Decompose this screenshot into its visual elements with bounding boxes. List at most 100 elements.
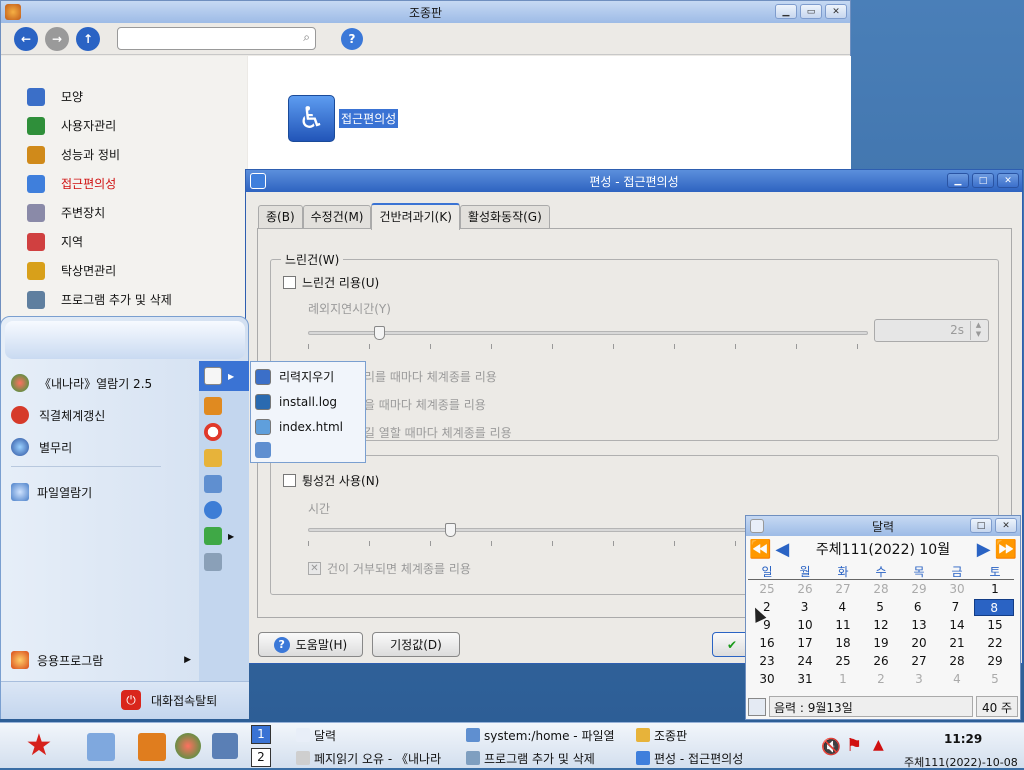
sidebar-item[interactable]: 모양 xyxy=(1,82,247,111)
help-icon[interactable]: ? xyxy=(341,27,363,50)
tab[interactable]: 활성화동작(G) xyxy=(459,205,550,229)
day-cell[interactable]: 29 xyxy=(900,581,938,598)
delay-slider-handle[interactable] xyxy=(373,326,385,340)
taskbar-task[interactable]: 달력 xyxy=(296,725,466,745)
clock-time[interactable]: 11:29 xyxy=(944,732,982,746)
logout-button[interactable]: ⏻ 대화접속탈퇴 xyxy=(121,690,217,710)
day-cell[interactable]: 27 xyxy=(824,581,862,598)
lifebuoy-icon[interactable] xyxy=(204,423,222,441)
volume-muted-icon[interactable]: 🔇 xyxy=(821,737,841,756)
day-cell[interactable]: 10 xyxy=(786,617,824,634)
calendar-titlebar[interactable]: 달력 □ ✕ xyxy=(746,516,1020,536)
sidebar-item[interactable]: 접근편의성 xyxy=(1,169,247,198)
day-cell[interactable]: 11 xyxy=(824,617,862,634)
minimize-button[interactable]: ▁ xyxy=(947,173,969,188)
day-cell[interactable]: 21 xyxy=(938,635,976,652)
taskbar-task[interactable]: 페지읽기 오유 - 《내나라 xyxy=(296,748,466,768)
prev-year-icon[interactable]: ⏪ xyxy=(749,539,771,560)
close-button[interactable]: ✕ xyxy=(997,173,1019,188)
day-cell[interactable]: 19 xyxy=(862,635,900,652)
tab[interactable]: 건반려과기(K) xyxy=(371,203,460,230)
next-year-icon[interactable]: ⏩ xyxy=(995,539,1017,560)
day-cell[interactable]: 17 xyxy=(786,635,824,652)
maximize-button[interactable]: □ xyxy=(972,173,994,188)
forward-icon[interactable]: → xyxy=(45,26,69,51)
day-cell[interactable]: 31 xyxy=(786,671,824,688)
desktop-2-button[interactable]: 2 xyxy=(251,748,271,767)
close-button[interactable]: ✕ xyxy=(825,4,847,19)
day-cell[interactable]: 1 xyxy=(824,671,862,688)
control-panel-titlebar[interactable]: 조종판 ▁ ▭ ✕ xyxy=(1,1,850,23)
help-button[interactable]: ? 도움말(H) xyxy=(258,632,363,657)
programs-item[interactable]: 응용프로그람 ▶ xyxy=(11,651,191,669)
start-menu-app[interactable]: 《내나라》열람기 2.5 xyxy=(1,367,199,399)
text-editor-icon[interactable] xyxy=(87,733,115,761)
day-cell[interactable]: 1 xyxy=(976,581,1014,598)
start-menu-app[interactable]: 직결체계갱신 xyxy=(1,399,199,431)
bounce-slider-handle[interactable] xyxy=(445,523,457,537)
day-cell[interactable]: 4 xyxy=(823,599,861,616)
browser-icon[interactable] xyxy=(175,733,201,759)
search-input[interactable]: ⌕ xyxy=(117,27,316,50)
day-cell[interactable]: 6 xyxy=(899,599,937,616)
lock-icon[interactable] xyxy=(204,553,222,571)
day-cell[interactable]: 22 xyxy=(976,635,1014,652)
recent-documents-item[interactable]: ▶ xyxy=(199,361,249,391)
day-cell[interactable]: 25 xyxy=(748,581,786,598)
day-cell[interactable]: 30 xyxy=(748,671,786,688)
flag-icon[interactable]: ⚑ xyxy=(846,735,862,756)
close-button[interactable]: ✕ xyxy=(995,518,1017,533)
day-cell[interactable]: 23 xyxy=(748,653,786,670)
user-icon[interactable] xyxy=(204,527,222,545)
day-cell[interactable]: 3 xyxy=(786,599,824,616)
bounce-opt1-checkbox[interactable]: ✕ xyxy=(308,562,321,575)
maximize-button[interactable]: ▭ xyxy=(800,4,822,19)
prev-month-icon[interactable]: ◀ xyxy=(775,539,789,560)
day-cell[interactable]: 3 xyxy=(900,671,938,688)
tab[interactable]: 종(B) xyxy=(258,205,303,229)
sidebar-item[interactable]: 성능과 정비 xyxy=(1,140,247,169)
day-cell[interactable]: 30 xyxy=(938,581,976,598)
day-cell[interactable]: 28 xyxy=(938,653,976,670)
maximize-button[interactable]: □ xyxy=(970,518,992,533)
file-browser-item[interactable]: 파일열람기 xyxy=(11,483,92,501)
day-cell[interactable]: 18 xyxy=(824,635,862,652)
tools-icon[interactable] xyxy=(204,449,222,467)
day-cell[interactable]: 4 xyxy=(938,671,976,688)
taskbar-task[interactable]: 편성 - 접근편의성 xyxy=(636,748,806,768)
package-icon[interactable] xyxy=(204,397,222,415)
day-cell[interactable]: 5 xyxy=(976,671,1014,688)
delay-spinbox[interactable]: 2s ▲ ▼ xyxy=(874,319,989,342)
day-cell[interactable]: 24 xyxy=(786,653,824,670)
day-cell[interactable]: 12 xyxy=(862,617,900,634)
search-icon[interactable]: ⌕ xyxy=(303,30,310,45)
day-cell[interactable]: 5 xyxy=(861,599,899,616)
default-button[interactable]: 기정값(D) xyxy=(372,632,460,657)
sidebar-item[interactable]: 사용자관리 xyxy=(1,111,247,140)
day-cell[interactable]: 26 xyxy=(786,581,824,598)
submenu-item[interactable] xyxy=(251,439,365,461)
desktop-1-button[interactable]: 1 xyxy=(251,725,271,744)
spin-arrows-icon[interactable]: ▲ ▼ xyxy=(970,321,986,340)
tab[interactable]: 수정건(M) xyxy=(302,205,372,229)
day-cell[interactable]: 8 xyxy=(974,598,1015,616)
minimize-button[interactable]: ▁ xyxy=(775,4,797,19)
next-month-icon[interactable]: ▶ xyxy=(977,539,991,560)
dialog-titlebar[interactable]: 편성 - 접근편의성 ▁ □ ✕ xyxy=(246,170,1022,192)
day-cell[interactable]: 16 xyxy=(748,635,786,652)
submenu-item[interactable]: 리력지우기 xyxy=(251,364,365,389)
sidebar-item[interactable]: 지역 xyxy=(1,227,247,256)
day-cell[interactable]: 26 xyxy=(862,653,900,670)
settings-icon[interactable] xyxy=(204,501,222,519)
day-cell[interactable]: 29 xyxy=(976,653,1014,670)
calendar-settings-icon[interactable] xyxy=(748,697,766,716)
display-settings-icon[interactable] xyxy=(212,733,238,759)
day-cell[interactable]: 15 xyxy=(976,617,1014,634)
up-icon[interactable]: ↑ xyxy=(76,26,100,51)
taskbar-task[interactable]: system:/home - 파일열 xyxy=(466,725,634,745)
bounce-slider[interactable] xyxy=(308,523,748,553)
day-cell[interactable]: 13 xyxy=(900,617,938,634)
taskbar-task[interactable]: 프로그램 추가 및 삭제 xyxy=(466,748,634,768)
day-cell[interactable]: 14 xyxy=(938,617,976,634)
office-icon[interactable] xyxy=(138,733,166,761)
